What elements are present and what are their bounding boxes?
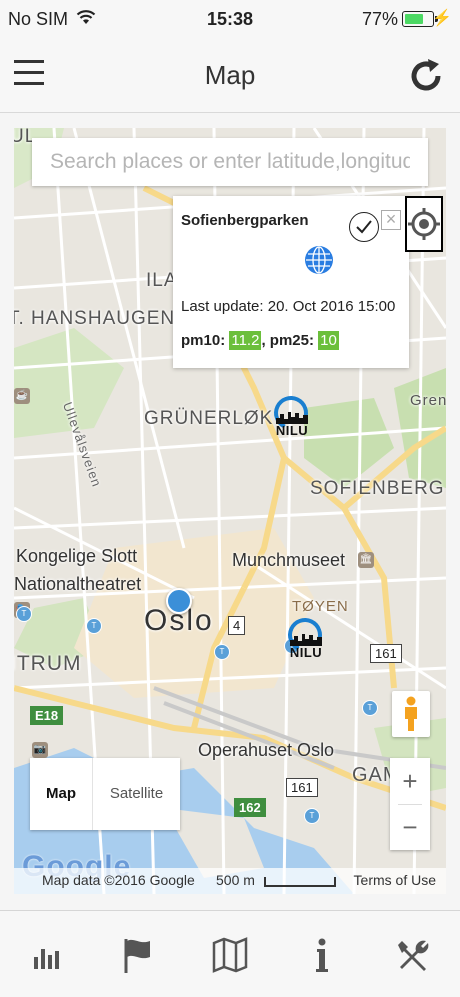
search-input[interactable]	[32, 138, 428, 186]
pm25-value: 10	[318, 331, 339, 350]
current-location-dot	[166, 588, 192, 614]
map-icon[interactable]	[210, 935, 250, 975]
bar-chart-icon[interactable]	[28, 935, 68, 975]
road-shield: 162	[234, 798, 266, 817]
charging-icon: ⚡	[432, 10, 452, 27]
station-name: Sofienbergparken	[181, 212, 309, 229]
pm10-value: 11.2	[229, 331, 262, 350]
map-type-toggle: Map Satellite	[30, 758, 180, 830]
refresh-icon[interactable]	[406, 56, 446, 96]
station-marker[interactable]: NILU	[283, 613, 327, 662]
map-label-grunerlokka: GRÜNERLØK	[144, 408, 274, 429]
road-shield: 161	[286, 778, 318, 797]
map-attribution: Map data ©2016 Google 500 m Terms of Use	[14, 868, 446, 894]
checkmark-icon[interactable]	[349, 212, 379, 242]
crosshair-icon	[408, 208, 440, 240]
map-label-sofienberg: SOFIENBERG	[310, 478, 445, 499]
last-update-time: 20. Oct 2016 15:00	[267, 298, 396, 315]
map-type-satellite[interactable]: Satellite	[93, 758, 180, 830]
station-popup: Sofienbergparken × Last update: 20. Oct …	[173, 196, 409, 368]
road-shield: E18	[30, 706, 64, 725]
transit-icon: T	[362, 700, 378, 716]
tab-bar	[0, 910, 460, 997]
nav-bar: Map	[0, 38, 460, 113]
tools-icon[interactable]	[394, 935, 434, 975]
battery-icon	[402, 11, 438, 27]
pegman-icon	[405, 696, 417, 731]
info-icon[interactable]	[302, 935, 342, 975]
zoom-in-button[interactable]: +	[390, 758, 430, 804]
terms-link[interactable]: Terms of Use	[354, 872, 436, 888]
station-marker[interactable]: NILU	[269, 391, 313, 440]
road-shield: 4	[228, 616, 246, 635]
last-update: Last update: 20. Oct 2016 15:00	[181, 298, 396, 315]
road-shield: 161	[370, 644, 402, 663]
skyline-icon	[276, 412, 308, 424]
map-label-slott: Kongelige Slott	[16, 546, 138, 566]
locate-me-button[interactable]	[405, 196, 443, 252]
map-type-map[interactable]: Map	[30, 758, 93, 830]
museum-icon: 🏛	[358, 552, 374, 568]
flag-icon[interactable]	[118, 935, 158, 975]
scale-label: 500 m	[216, 872, 255, 888]
map-label-grens: Grens	[410, 392, 446, 409]
transit-icon: T	[214, 644, 230, 660]
map-label-nationaltheatret: Nationaltheatret	[14, 574, 142, 594]
transit-icon: T	[86, 618, 102, 634]
globe-icon[interactable]	[304, 245, 334, 275]
camera-icon: 📷	[32, 742, 48, 758]
map-label-munch: Munchmuseet	[232, 550, 346, 570]
zoom-out-button[interactable]: −	[390, 804, 430, 850]
search-box[interactable]	[32, 138, 428, 186]
street-view-pegman[interactable]	[392, 691, 430, 737]
scale-bar	[264, 877, 336, 887]
map-label-toyen: TØYEN	[292, 598, 349, 615]
map-label-hanshaugen: T. HANSHAUGEN	[14, 308, 176, 329]
map-label-sentrum: ITRUM	[14, 652, 82, 675]
transit-icon: T	[16, 606, 32, 622]
battery-percent: 77%	[361, 9, 398, 29]
status-bar: No SIM 15:38 77% ⚡	[0, 0, 460, 38]
pm-values: pm10: 11.2, pm25: 10	[181, 331, 339, 350]
transit-icon: T	[304, 808, 320, 824]
map-label-opera: Operahuset Oslo	[198, 740, 335, 760]
map-data-credit[interactable]: Map data ©2016 Google	[42, 872, 195, 888]
close-icon[interactable]: ×	[381, 210, 401, 230]
zoom-control: + −	[390, 758, 430, 850]
map-view[interactable]: UL ILA T. HANSHAUGEN GRÜNERLØK SOFIENBER…	[14, 128, 446, 894]
page-title: Map	[204, 60, 256, 90]
skyline-icon	[290, 634, 322, 646]
poi-icon: ☕	[14, 388, 30, 404]
